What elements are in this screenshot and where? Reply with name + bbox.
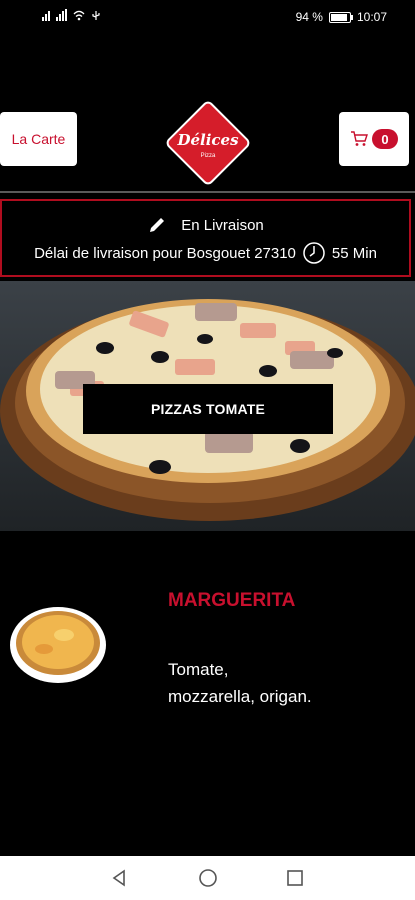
delivery-info-box[interactable]: En Livraison Délai de livraison pour Bos… — [0, 199, 411, 277]
logo-text: Délices — [176, 131, 239, 149]
delivery-delay-minutes: 55 Min — [331, 244, 377, 262]
header-divider — [0, 191, 415, 193]
battery-percent: 94 % — [295, 10, 323, 24]
pencil-icon — [150, 218, 165, 232]
delivery-mode-row: En Livraison — [2, 215, 409, 235]
usb-icon — [92, 11, 100, 20]
signal-icon — [42, 10, 50, 21]
marguerita-pizza-image[interactable] — [9, 605, 107, 685]
cart-count-badge: 0 — [372, 129, 398, 149]
home-button[interactable] — [183, 856, 233, 900]
delivery-mode-label: En Livraison — [181, 216, 264, 234]
back-button[interactable] — [94, 856, 144, 900]
wifi-icon — [73, 10, 85, 21]
status-bar: 94 % 10:07 — [0, 0, 415, 34]
status-left-icons — [42, 9, 101, 21]
status-time: 10:07 — [356, 10, 387, 24]
pizzas-tomate-category-button[interactable]: PIZZAS TOMATE — [83, 384, 333, 434]
home-circle-icon — [199, 869, 217, 887]
delices-pizza-logo[interactable]: Délices Pizza — [158, 95, 258, 191]
la-carte-button[interactable]: La Carte — [0, 112, 77, 166]
recents-square-icon — [287, 870, 303, 886]
recents-button[interactable] — [270, 856, 320, 900]
status-right: 94 % 10:07 — [296, 10, 387, 24]
back-triangle-icon — [112, 869, 125, 887]
android-navigation-bar — [0, 856, 415, 900]
clock-icon — [303, 242, 325, 264]
signal-icon — [56, 9, 67, 21]
cart-button[interactable]: 0 — [339, 112, 409, 166]
product-name[interactable]: MARGUERITA — [168, 590, 295, 612]
delivery-delay-row: Délai de livraison pour Bosgouet 27310 5… — [2, 241, 409, 265]
product-description: Tomate, mozzarella, origan. — [168, 660, 312, 706]
cart-icon — [351, 131, 368, 146]
delivery-delay-text: Délai de livraison pour Bosgouet 27310 — [34, 244, 296, 262]
logo-subtext: Pizza — [201, 153, 216, 159]
battery-icon — [328, 11, 353, 23]
